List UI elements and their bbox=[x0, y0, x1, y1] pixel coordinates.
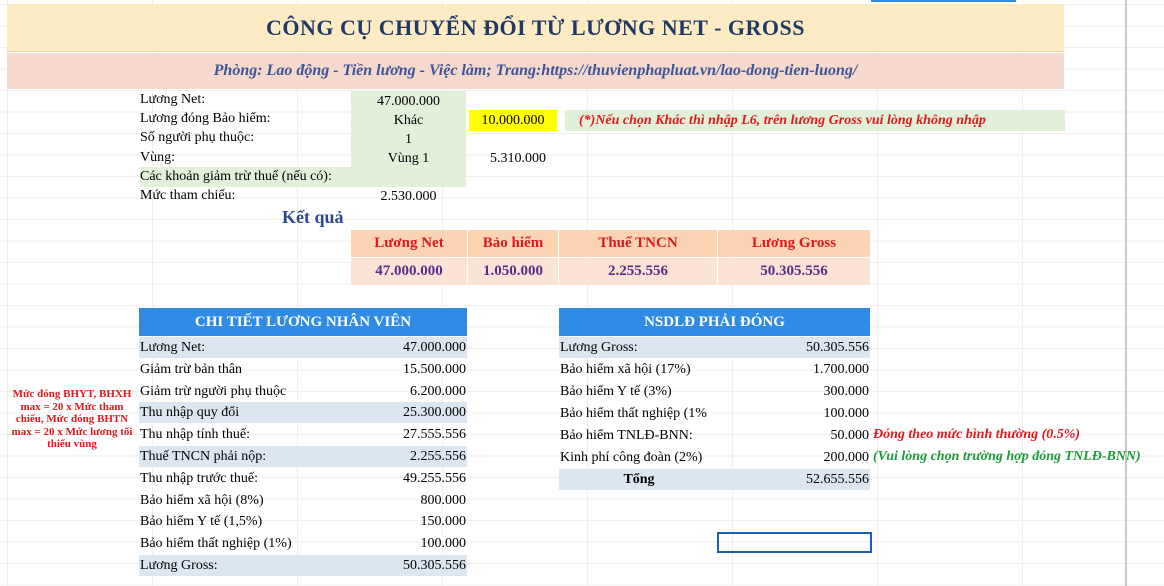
employer-row-label: Bảo hiểm Y tế (3%) bbox=[560, 384, 672, 399]
employer-row-value: 50.000 bbox=[830, 428, 870, 443]
employee-row-label: Thu nhập trước thuế: bbox=[140, 470, 259, 486]
deductions-label: Các khoản giảm trừ thuế (nếu có): bbox=[140, 169, 332, 184]
employee-row-value: 2.255.556 bbox=[410, 449, 466, 464]
employer-row-value: 300.000 bbox=[823, 384, 870, 399]
employer-row-value: 52.655.556 bbox=[806, 472, 869, 487]
reference-label: Mức tham chiếu: bbox=[140, 188, 236, 203]
employee-row-label: Lương Net: bbox=[140, 340, 206, 355]
employee-row[interactable]: Thu nhập tính thuế: 27.555.556 bbox=[139, 424, 467, 445]
employer-row[interactable]: Bảo hiểm thất nghiệp (1% 100.000 bbox=[559, 403, 870, 424]
employee-row[interactable]: Bảo hiểm thất nghiệp (1%) 100.000 bbox=[139, 533, 467, 554]
insurance-note: (*)Nếu chọn Khác thì nhập L6, trên lương… bbox=[579, 113, 986, 128]
result-value-insurance: 1.050.000 bbox=[468, 258, 558, 285]
region-min-wage: 5.310.000 bbox=[490, 151, 546, 166]
column-divider bbox=[1125, 0, 1127, 586]
employee-row-label: Thu nhập tính thuế: bbox=[140, 427, 251, 443]
employee-row[interactable]: Lương Net: 47.000.000 bbox=[139, 337, 467, 358]
net-salary-input[interactable]: 47.000.000 bbox=[351, 91, 466, 112]
dependents-label: Số người phụ thuộc: bbox=[140, 130, 255, 145]
employee-row-value: 800.000 bbox=[420, 492, 467, 508]
result-value-net: 47.000.000 bbox=[351, 258, 467, 285]
employee-row-label: Bảo hiểm thất nghiệp (1%) bbox=[140, 536, 292, 552]
result-col-net: Lương Net bbox=[351, 230, 467, 257]
column-selection-indicator bbox=[871, 0, 1016, 2]
employer-row-label: Tổng bbox=[623, 472, 655, 487]
employee-row[interactable]: Lương Gross: 50.305.556 bbox=[139, 555, 467, 576]
employer-row-label: Bảo hiểm thất nghiệp (1% bbox=[560, 406, 707, 421]
employer-row[interactable]: Bảo hiểm xã hội (17%) 1.700.000 bbox=[559, 359, 870, 380]
insurance-salary-label: Lương đóng Bảo hiểm: bbox=[140, 111, 271, 126]
employer-row-value: 200.000 bbox=[823, 450, 870, 465]
employee-row-value: 49.255.556 bbox=[403, 470, 466, 486]
result-col-tax: Thuế TNCN bbox=[559, 230, 717, 257]
employee-row-value: 100.000 bbox=[420, 536, 467, 552]
selected-cell[interactable] bbox=[717, 532, 872, 553]
result-col-insurance: Bảo hiểm bbox=[468, 230, 558, 257]
deductions-input[interactable] bbox=[357, 167, 466, 188]
employer-row-label: Bảo hiểm xã hội (17%) bbox=[560, 362, 691, 377]
result-col-gross: Lương Gross bbox=[718, 230, 870, 257]
page-title: CÔNG CỤ CHUYỂN ĐỔI TỪ LƯƠNG NET - GROSS bbox=[7, 4, 1064, 52]
employee-row[interactable]: Bảo hiểm Y tế (1,5%) 150.000 bbox=[139, 511, 467, 532]
employer-row[interactable]: Kinh phí công đoàn (2%) 200.000 bbox=[559, 447, 870, 468]
employee-row-value: 150.000 bbox=[420, 514, 467, 530]
employee-row-label: Bảo hiểm xã hội (8%) bbox=[140, 492, 264, 508]
result-value-gross: 50.305.556 bbox=[718, 258, 870, 285]
employer-row[interactable]: Tổng 52.655.556 bbox=[559, 469, 870, 490]
employee-row-label: Giảm trừ người phụ thuộc bbox=[140, 383, 287, 399]
employee-row-label: Giảm trừ bản thân bbox=[140, 361, 243, 377]
reference-value: 2.530.000 bbox=[380, 189, 437, 204]
employee-row[interactable]: Thu nhập quy đổi 25.300.000 bbox=[139, 402, 467, 424]
employer-table-header: NSDLĐ PHẢI ĐÓNG bbox=[559, 308, 870, 336]
employee-row[interactable]: Giảm trừ người phụ thuộc 6.200.000 bbox=[139, 381, 467, 402]
employee-row[interactable]: Giảm trừ bản thân 15.500.000 bbox=[139, 359, 467, 380]
employee-row-value: 27.555.556 bbox=[403, 427, 466, 443]
employee-row-label: Thuế TNCN phải nộp: bbox=[140, 449, 267, 464]
employee-table-header: CHI TIẾT LƯƠNG NHÂN VIÊN bbox=[139, 308, 467, 336]
employer-row-value: 50.305.556 bbox=[806, 340, 869, 355]
employee-row[interactable]: Thu nhập trước thuế: 49.255.556 bbox=[139, 468, 467, 489]
employer-row[interactable]: Bảo hiểm Y tế (3%) 300.000 bbox=[559, 381, 870, 402]
employee-row-label: Thu nhập quy đổi bbox=[140, 405, 240, 421]
result-value-tax: 2.255.556 bbox=[559, 258, 717, 285]
insurance-option-select[interactable]: Khác bbox=[351, 110, 466, 131]
insurance-amount-input[interactable]: 10.000.000 bbox=[469, 110, 557, 131]
employee-row-value: 15.500.000 bbox=[403, 361, 466, 377]
result-heading: Kết quả bbox=[282, 207, 344, 227]
employee-row[interactable]: Thuế TNCN phải nộp: 2.255.556 bbox=[139, 446, 467, 467]
employee-row-value: 6.200.000 bbox=[410, 383, 466, 399]
region-label: Vùng: bbox=[140, 150, 175, 165]
insurance-cap-note: Mức đóng BHYT, BHXH max = 20 x Mức tham … bbox=[11, 388, 133, 450]
employer-row-label: Kinh phí công đoàn (2%) bbox=[560, 450, 703, 465]
region-select[interactable]: Vùng 1 bbox=[351, 148, 466, 169]
page-subtitle: Phòng: Lao động - Tiền lương - Việc làm;… bbox=[7, 53, 1064, 89]
union-note: (Vui lòng chọn trường hợp đóng TNLĐ-BNN) bbox=[873, 449, 1141, 464]
tnld-note: Đóng theo mức bình thường (0.5%) bbox=[873, 427, 1081, 442]
employer-row-label: Bảo hiểm TNLĐ-BNN: bbox=[560, 428, 693, 443]
employee-row-label: Bảo hiểm Y tế (1,5%) bbox=[140, 514, 263, 530]
employee-row[interactable]: Bảo hiểm xã hội (8%) 800.000 bbox=[139, 490, 467, 511]
employer-row-value: 1.700.000 bbox=[813, 362, 869, 377]
net-salary-label: Lương Net: bbox=[140, 92, 206, 107]
employer-row-label: Lương Gross: bbox=[560, 340, 638, 355]
employer-row-value: 100.000 bbox=[823, 406, 870, 421]
dependents-input[interactable]: 1 bbox=[351, 129, 466, 150]
employer-row[interactable]: Lương Gross: 50.305.556 bbox=[559, 337, 870, 358]
employee-row-value: 47.000.000 bbox=[403, 340, 466, 355]
employee-row-value: 25.300.000 bbox=[403, 405, 466, 421]
employee-row-value: 50.305.556 bbox=[403, 558, 466, 573]
employee-row-label: Lương Gross: bbox=[140, 558, 218, 573]
employer-row[interactable]: Bảo hiểm TNLĐ-BNN: 50.000 bbox=[559, 425, 870, 446]
